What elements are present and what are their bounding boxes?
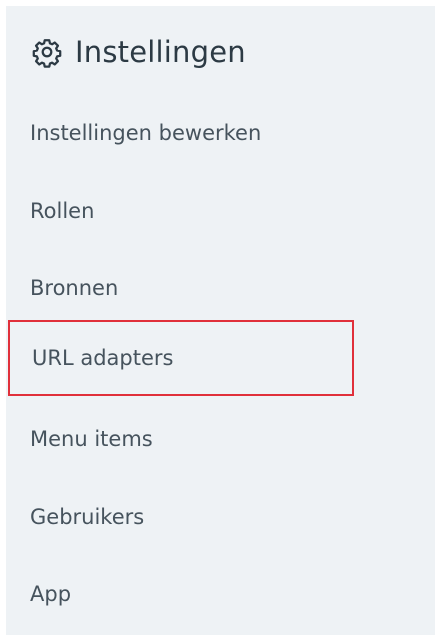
menu-item-bronnen[interactable]: Bronnen xyxy=(6,264,118,312)
menu-item-gebruikers[interactable]: Gebruikers xyxy=(6,493,144,541)
menu-item-app[interactable]: App xyxy=(6,570,71,618)
menu-item-rollen[interactable]: Rollen xyxy=(6,187,94,235)
panel-header: Instellingen xyxy=(31,28,246,76)
settings-panel: Instellingen Instellingen bewerken Rolle… xyxy=(6,6,435,635)
menu-item-instellingen-bewerken[interactable]: Instellingen bewerken xyxy=(6,109,261,157)
menu-item-url-adapters[interactable]: URL adapters xyxy=(8,320,354,396)
gear-icon xyxy=(32,39,62,68)
panel-title: Instellingen xyxy=(75,35,246,69)
menu-item-menu-items[interactable]: Menu items xyxy=(6,415,153,463)
